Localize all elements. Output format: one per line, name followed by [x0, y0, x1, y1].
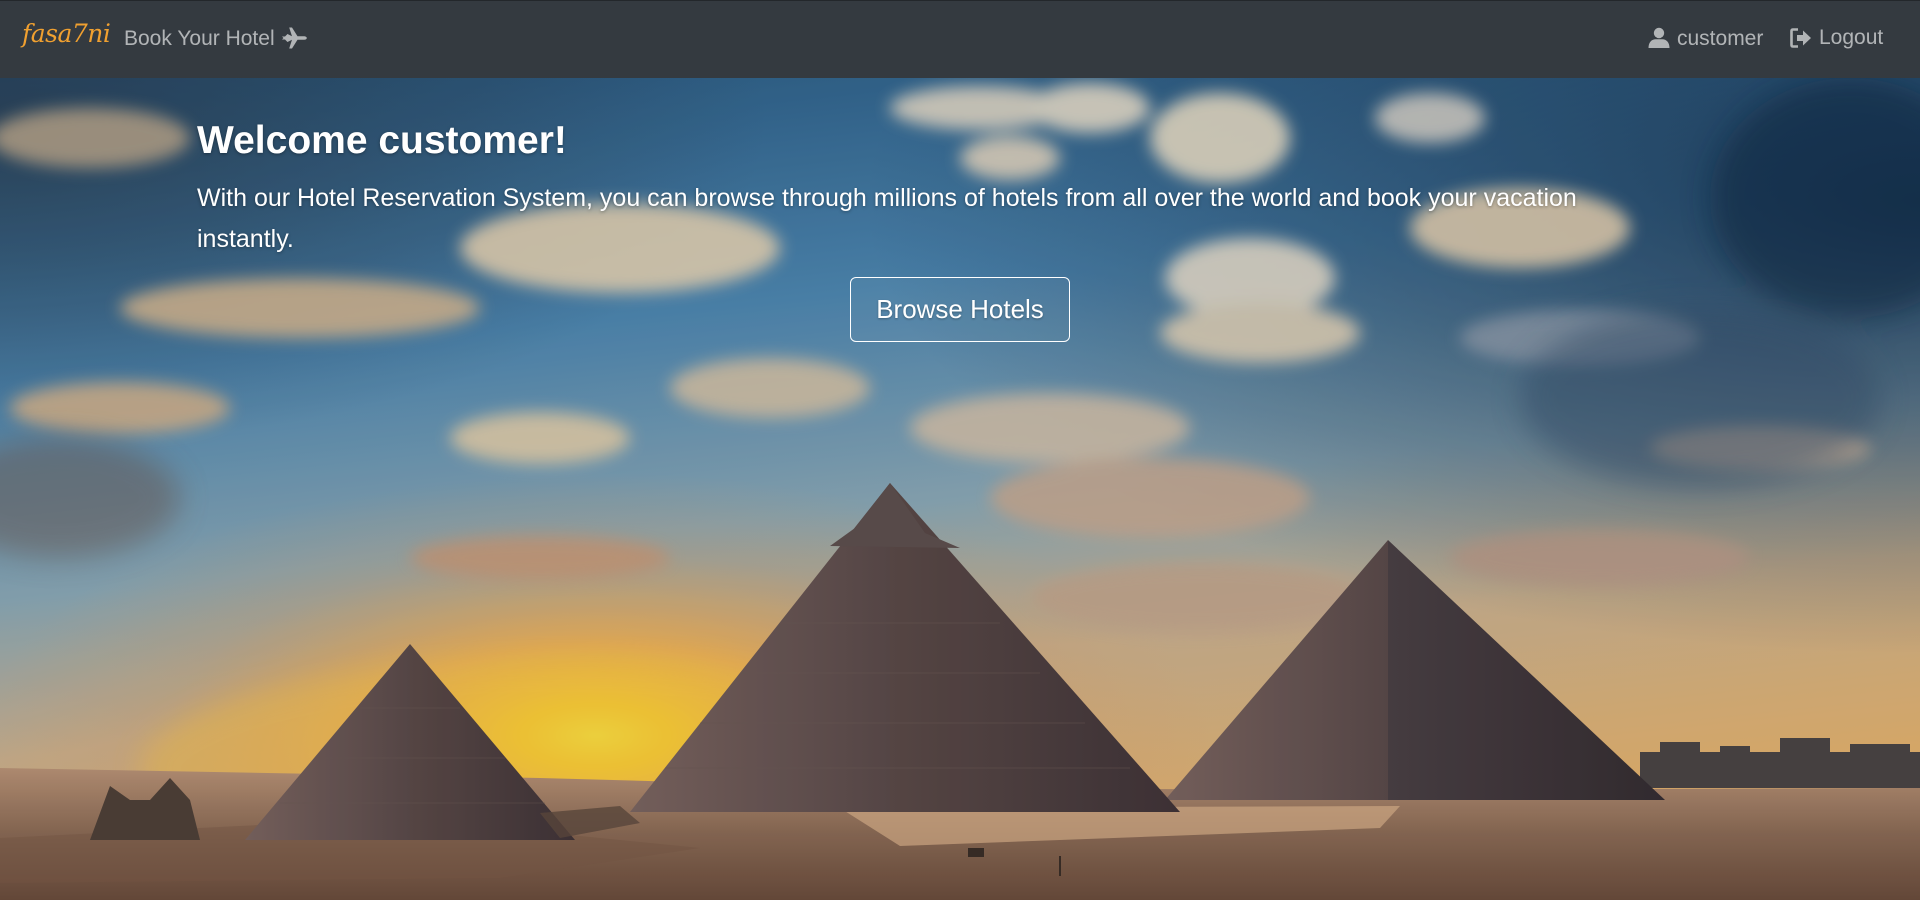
nav-logout-label: Logout: [1819, 26, 1884, 49]
nav-link-book-hotel[interactable]: Book Your Hotel: [124, 27, 307, 49]
welcome-heading: Welcome customer!: [197, 119, 567, 162]
welcome-description: With our Hotel Reservation System, you c…: [197, 184, 1577, 253]
nav-link-customer[interactable]: customer: [1648, 27, 1763, 49]
top-navbar: fasa7ni Book Your Hotel customer Logout: [0, 0, 1920, 78]
plane-icon: [281, 27, 307, 49]
user-icon: [1648, 27, 1670, 49]
browse-hotels-button[interactable]: Browse Hotels: [850, 277, 1070, 342]
hero-section: Welcome customer! With our Hotel Reserva…: [0, 78, 1920, 900]
nav-book-label: Book Your Hotel: [124, 26, 275, 50]
brand-logo[interactable]: fasa7ni: [22, 21, 111, 46]
nav-customer-label: customer: [1677, 26, 1764, 50]
sign-out-icon: [1790, 27, 1812, 48]
nav-link-logout[interactable]: Logout: [1790, 27, 1883, 48]
